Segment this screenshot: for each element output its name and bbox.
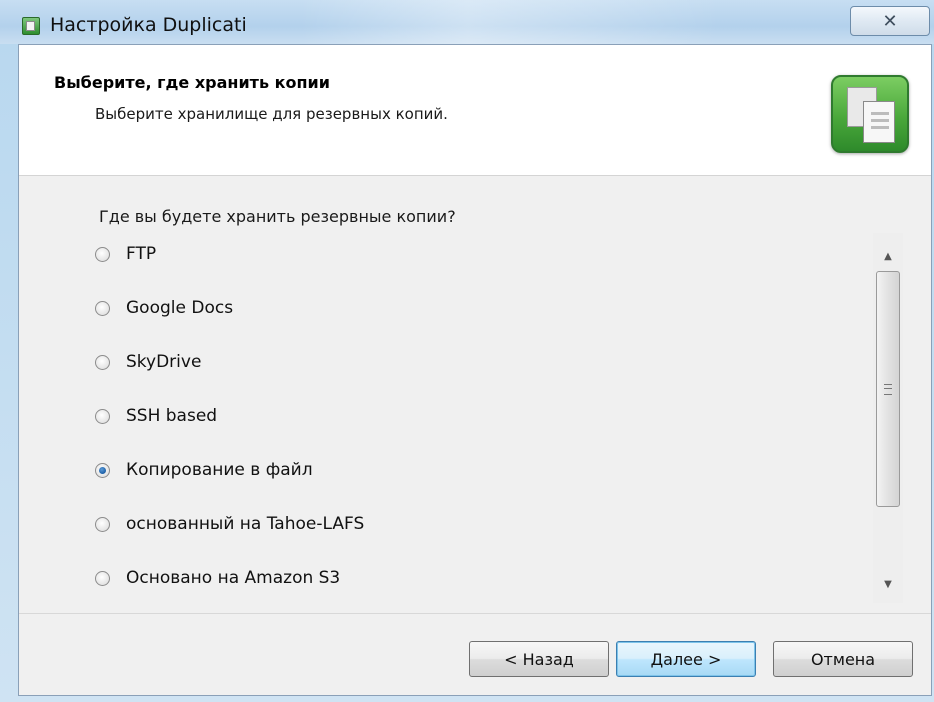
wizard-header: Выберите, где хранить копии Выберите хра… bbox=[19, 45, 931, 176]
radio-button[interactable] bbox=[95, 516, 110, 532]
footer-divider bbox=[19, 613, 931, 614]
window-title: Настройка Duplicati bbox=[50, 14, 247, 36]
option-tahoe-lafs[interactable]: основанный на Tahoe-LAFS bbox=[89, 507, 364, 541]
options-scrollbar[interactable]: ▲ ▼ bbox=[873, 233, 903, 603]
page-subtitle: Выберите хранилище для резервных копий. bbox=[95, 105, 448, 123]
option-amazon-s3[interactable]: Основано на Amazon S3 bbox=[89, 561, 340, 595]
scrollbar-thumb[interactable] bbox=[876, 271, 900, 507]
radio-button[interactable] bbox=[95, 246, 110, 262]
radio-button[interactable] bbox=[95, 300, 110, 316]
duplicati-app-icon bbox=[22, 17, 40, 35]
option-label: FTP bbox=[126, 244, 157, 264]
cancel-button[interactable]: Отмена bbox=[773, 641, 913, 677]
backup-documents-icon bbox=[831, 75, 909, 153]
option-google-docs[interactable]: Google Docs bbox=[89, 291, 233, 325]
page-title: Выберите, где хранить копии bbox=[54, 73, 330, 92]
option-label: основанный на Tahoe-LAFS bbox=[126, 514, 365, 534]
radio-button-selected[interactable] bbox=[95, 462, 110, 478]
back-button[interactable]: < Назад bbox=[469, 641, 609, 677]
option-file-copy[interactable]: Копирование в файл bbox=[89, 453, 313, 487]
option-label: SSH based bbox=[126, 406, 218, 426]
option-ssh-based[interactable]: SSH based bbox=[89, 399, 217, 433]
radio-button[interactable] bbox=[95, 408, 110, 424]
storage-options-list: FTP Google Docs SkyDrive SSH based Копир… bbox=[89, 235, 879, 605]
close-button[interactable]: ✕ bbox=[850, 6, 930, 36]
close-icon: ✕ bbox=[882, 10, 898, 32]
wizard-client-area: Выберите, где хранить копии Выберите хра… bbox=[18, 44, 932, 696]
title-bar[interactable]: Настройка Duplicati ✕ bbox=[0, 0, 934, 44]
radio-button[interactable] bbox=[95, 570, 110, 586]
option-label: Google Docs bbox=[126, 298, 234, 318]
option-ftp[interactable]: FTP bbox=[89, 237, 156, 271]
option-label: Основано на Amazon S3 bbox=[126, 568, 341, 588]
option-label: Копирование в файл bbox=[126, 460, 313, 480]
scroll-down-arrow-icon[interactable]: ▼ bbox=[873, 569, 903, 599]
wizard-window: Настройка Duplicati ✕ Выберите, где хран… bbox=[0, 0, 934, 702]
storage-question-label: Где вы будете хранить резервные копии? bbox=[99, 207, 456, 226]
scroll-up-arrow-icon[interactable]: ▲ bbox=[873, 241, 903, 271]
option-skydrive[interactable]: SkyDrive bbox=[89, 345, 201, 379]
document-front-icon bbox=[863, 101, 895, 143]
option-label: SkyDrive bbox=[126, 352, 202, 372]
radio-button[interactable] bbox=[95, 354, 110, 370]
title-bar-glare bbox=[300, 0, 720, 44]
grip-icon bbox=[884, 383, 892, 395]
next-button[interactable]: Далее > bbox=[616, 641, 756, 677]
